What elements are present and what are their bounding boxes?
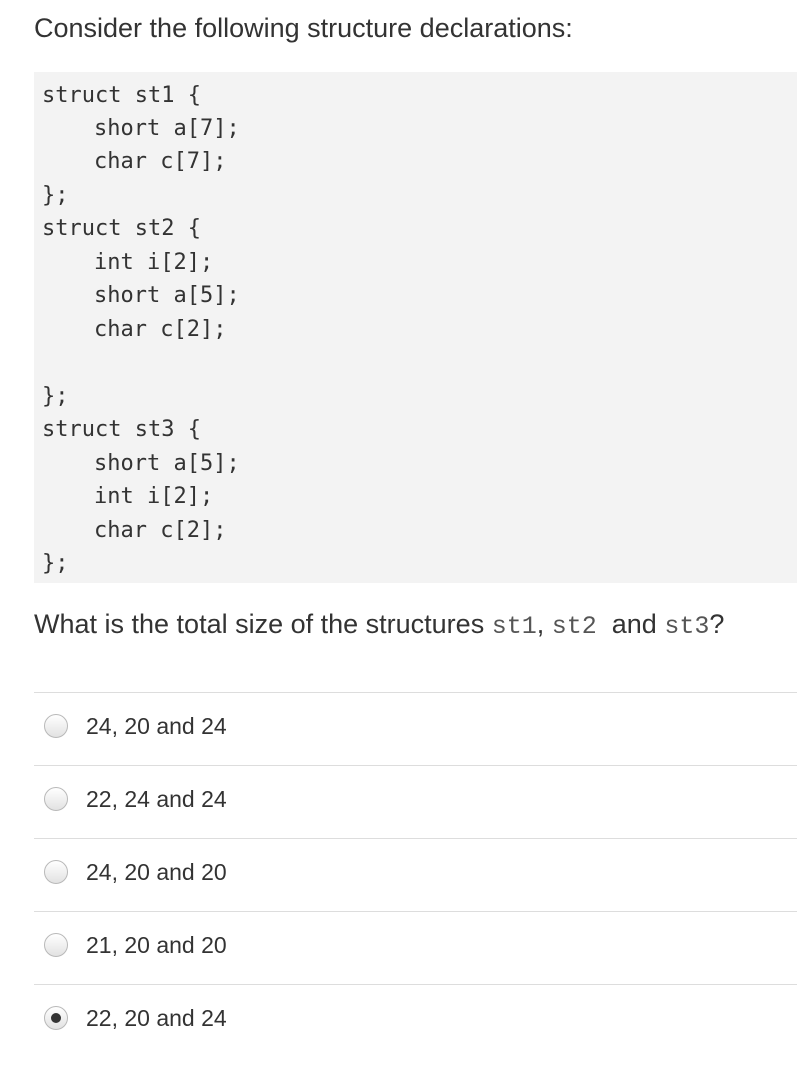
prompt-suffix: ?: [709, 609, 725, 639]
code-line: struct st3 {: [42, 417, 201, 442]
answer-option-label: 24, 20 and 20: [86, 859, 227, 885]
prompt-prefix: What is the total size of the structures: [34, 609, 492, 639]
code-line: int i[2];: [94, 250, 214, 275]
answer-option-label: 22, 24 and 24: [86, 786, 227, 812]
radio-button[interactable]: [44, 1006, 68, 1030]
code-line: };: [42, 384, 69, 409]
code-line: int i[2];: [94, 484, 214, 509]
code-line: char c[2];: [94, 518, 227, 543]
radio-button[interactable]: [44, 787, 68, 811]
answer-option-label: 21, 20 and 20: [86, 932, 227, 958]
answer-option-label: 24, 20 and 24: [86, 713, 227, 739]
prompt-separator: and: [596, 609, 665, 639]
prompt-separator: ,: [536, 609, 552, 639]
prompt-code-st1: st1: [491, 612, 537, 641]
radio-button[interactable]: [44, 860, 68, 884]
code-line: short a[5];: [94, 283, 240, 308]
radio-button[interactable]: [44, 714, 68, 738]
code-line: short a[7];: [94, 116, 240, 141]
prompt-code-st3: st3: [664, 612, 710, 641]
question-prompt: What is the total size of the structures…: [34, 603, 724, 648]
code-line: struct st1 {: [42, 83, 201, 108]
code-line: short a[5];: [94, 451, 240, 476]
answer-option-label: 22, 20 and 24: [86, 1005, 227, 1031]
answer-option[interactable]: 22, 20 and 24: [34, 984, 797, 1057]
code-block: struct st1 { short a[7]; char c[7]; }; s…: [34, 72, 797, 583]
code-line: };: [42, 551, 69, 576]
question-title: Consider the following structure declara…: [34, 13, 573, 43]
code-line: };: [42, 183, 69, 208]
code-line: struct st2 {: [42, 216, 201, 241]
answer-option[interactable]: 22, 24 and 24: [34, 765, 797, 838]
answer-option[interactable]: 21, 20 and 20: [34, 911, 797, 984]
code-line: char c[7];: [94, 149, 227, 174]
radio-button[interactable]: [44, 933, 68, 957]
code-line: char c[2];: [94, 317, 227, 342]
answer-option[interactable]: 24, 20 and 24: [34, 692, 797, 765]
answer-options: 24, 20 and 24 22, 24 and 24 24, 20 and 2…: [34, 692, 797, 1057]
prompt-code-st2: st2: [551, 612, 597, 641]
answer-option[interactable]: 24, 20 and 20: [34, 838, 797, 911]
